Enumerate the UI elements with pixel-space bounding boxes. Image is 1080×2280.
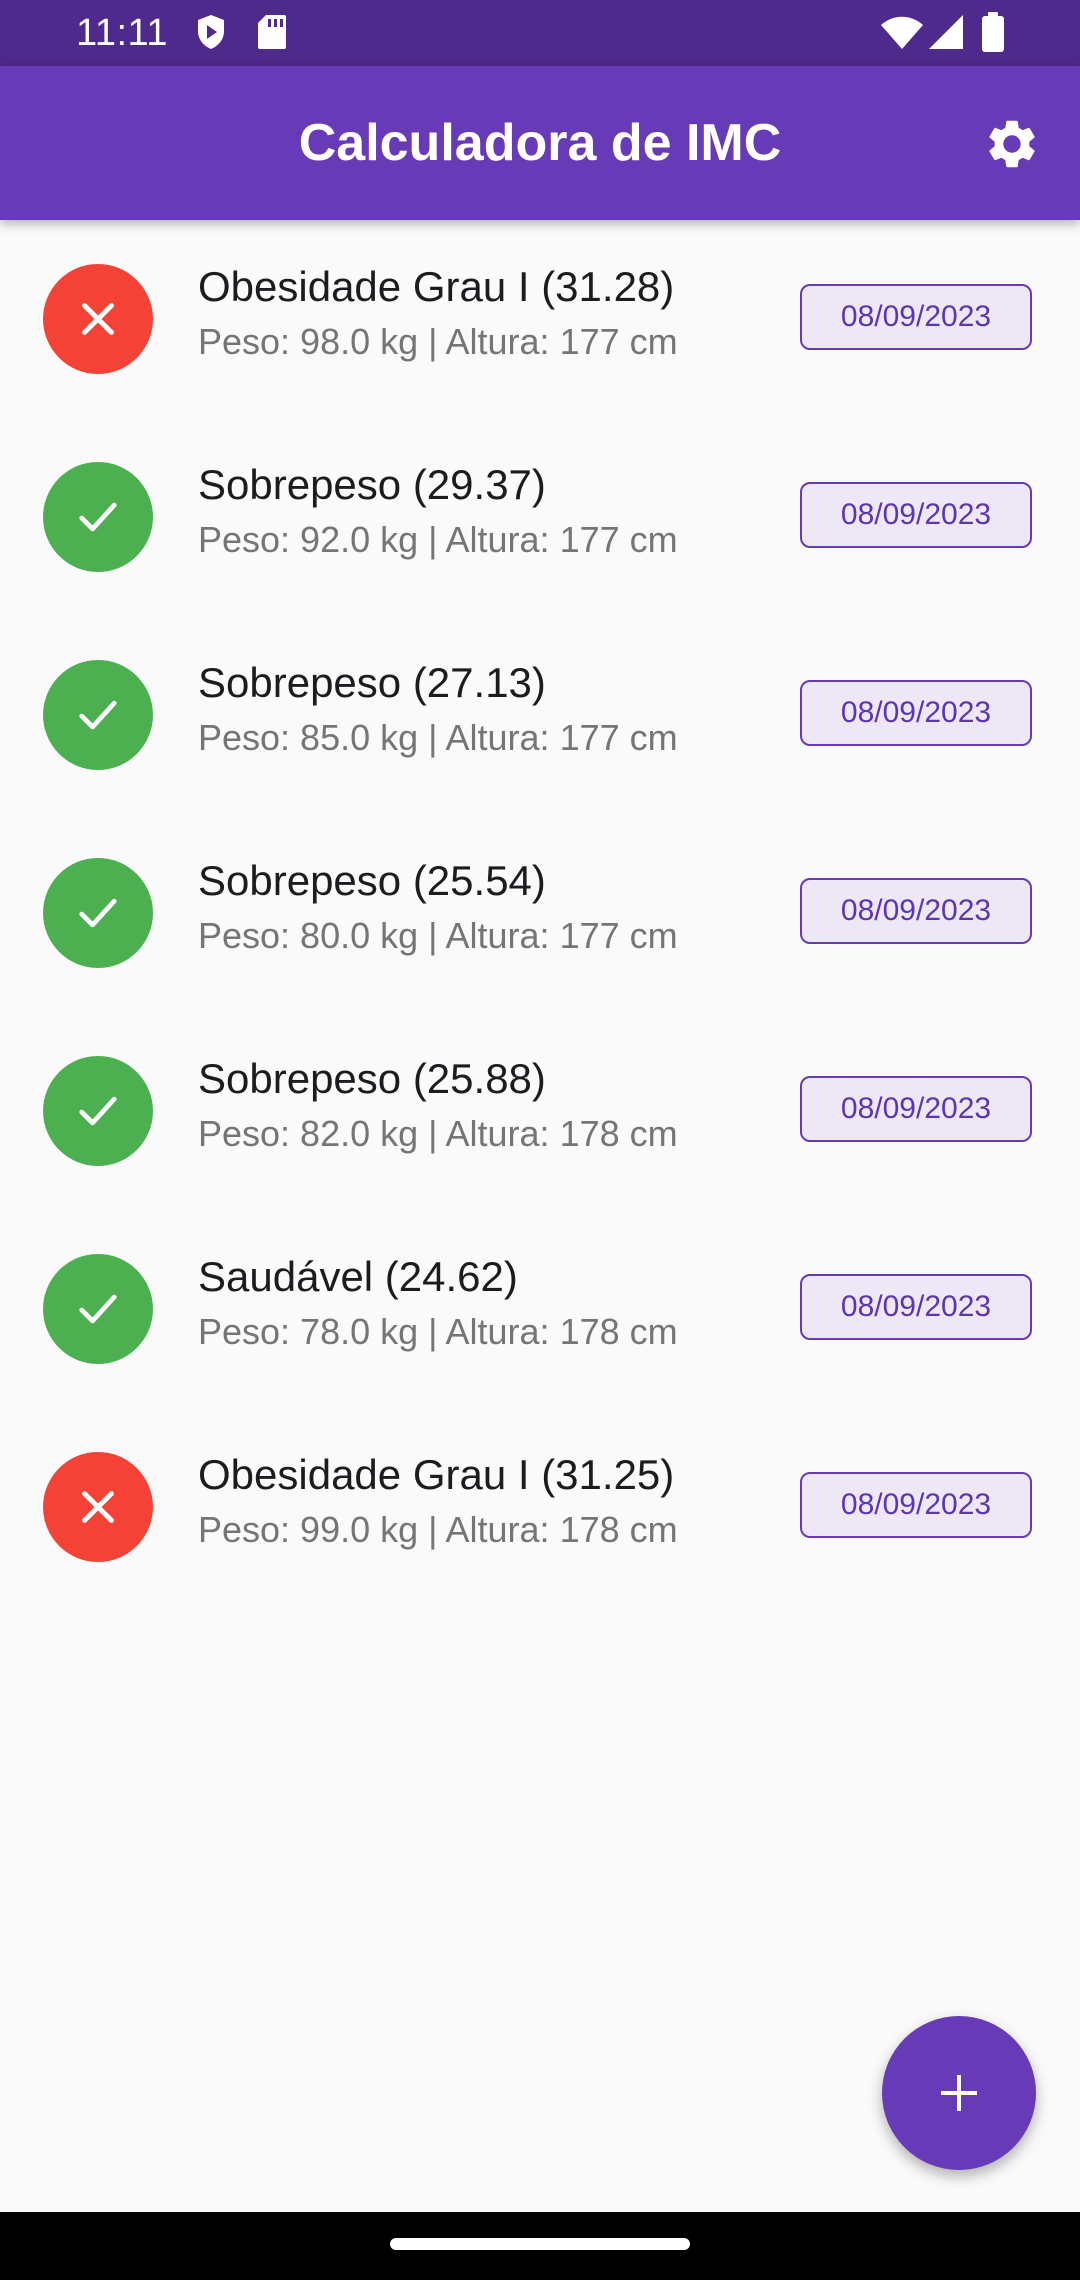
- record-title: Obesidade Grau I (31.28): [198, 263, 675, 310]
- gear-icon: [989, 120, 1035, 168]
- list-item[interactable]: Sobrepeso (27.13) Peso: 85.0 kg | Altura:…: [0, 616, 1080, 814]
- record-title: Obesidade Grau I (31.25): [198, 1451, 675, 1498]
- date-chip[interactable]: 08/09/2023: [800, 1274, 1032, 1340]
- play-protect-icon: [196, 14, 226, 55]
- add-record-button[interactable]: [882, 2016, 1036, 2170]
- date-chip[interactable]: 08/09/2023: [800, 1472, 1032, 1538]
- check-icon: [72, 689, 124, 741]
- list-item[interactable]: Obesidade Grau I (31.28) Peso: 98.0 kg | …: [0, 220, 1080, 418]
- status-ok-avatar: [43, 660, 153, 770]
- record-subtitle: Peso: 92.0 kg | Altura: 177 cm: [198, 519, 678, 560]
- status-bad-avatar: [43, 1452, 153, 1562]
- check-icon: [72, 1283, 124, 1335]
- status-ok-avatar: [43, 462, 153, 572]
- status-time: 11:11: [76, 12, 168, 54]
- signal-icon: [928, 14, 964, 55]
- date-chip[interactable]: 08/09/2023: [800, 284, 1032, 350]
- date-chip[interactable]: 08/09/2023: [800, 1076, 1032, 1142]
- date-chip[interactable]: 08/09/2023: [800, 482, 1032, 548]
- status-bar: 11:11: [0, 0, 1080, 66]
- wifi-icon: [880, 16, 924, 55]
- record-subtitle: Peso: 99.0 kg | Altura: 178 cm: [198, 1509, 678, 1550]
- record-subtitle: Peso: 78.0 kg | Altura: 178 cm: [198, 1311, 678, 1352]
- status-ok-avatar: [43, 1254, 153, 1364]
- record-subtitle: Peso: 85.0 kg | Altura: 177 cm: [198, 717, 678, 758]
- list-item[interactable]: Sobrepeso (29.37) Peso: 92.0 kg | Altura:…: [0, 418, 1080, 616]
- app-bar: Calculadora de IMC: [0, 66, 1080, 220]
- list-item[interactable]: Obesidade Grau I (31.25) Peso: 99.0 kg | …: [0, 1408, 1080, 1606]
- record-title: Sobrepeso (25.88): [198, 1055, 546, 1102]
- record-title: Sobrepeso (29.37): [198, 461, 546, 508]
- add-icon: [941, 2075, 977, 2111]
- navigation-bar: [0, 2212, 1080, 2280]
- list-item[interactable]: Saudável (24.62) Peso: 78.0 kg | Altura: …: [0, 1210, 1080, 1408]
- page-title: Calculadora de IMC: [298, 114, 782, 172]
- date-chip[interactable]: 08/09/2023: [800, 680, 1032, 746]
- list-item[interactable]: Sobrepeso (25.88) Peso: 82.0 kg | Altura:…: [0, 1012, 1080, 1210]
- check-icon: [72, 887, 124, 939]
- record-title: Sobrepeso (27.13): [198, 659, 546, 706]
- check-icon: [72, 491, 124, 543]
- date-chip[interactable]: 08/09/2023: [800, 878, 1032, 944]
- record-subtitle: Peso: 98.0 kg | Altura: 177 cm: [198, 321, 678, 362]
- records-list: Obesidade Grau I (31.28) Peso: 98.0 kg | …: [0, 220, 1080, 1606]
- battery-icon: [982, 12, 1004, 57]
- close-icon: [75, 1484, 121, 1530]
- sd-card-icon: [258, 14, 286, 55]
- settings-button[interactable]: [978, 110, 1046, 178]
- record-subtitle: Peso: 82.0 kg | Altura: 178 cm: [198, 1113, 678, 1154]
- record-title: Saudável (24.62): [198, 1253, 518, 1300]
- status-ok-avatar: [43, 1056, 153, 1166]
- screen: 11:11 Calculadora de IMC Obesidade Grau …: [0, 0, 1080, 2280]
- status-bad-avatar: [43, 264, 153, 374]
- status-ok-avatar: [43, 858, 153, 968]
- list-item[interactable]: Sobrepeso (25.54) Peso: 80.0 kg | Altura:…: [0, 814, 1080, 1012]
- check-icon: [72, 1085, 124, 1137]
- close-icon: [75, 296, 121, 342]
- home-gesture-handle[interactable]: [390, 2238, 690, 2250]
- record-subtitle: Peso: 80.0 kg | Altura: 177 cm: [198, 915, 678, 956]
- record-title: Sobrepeso (25.54): [198, 857, 546, 904]
